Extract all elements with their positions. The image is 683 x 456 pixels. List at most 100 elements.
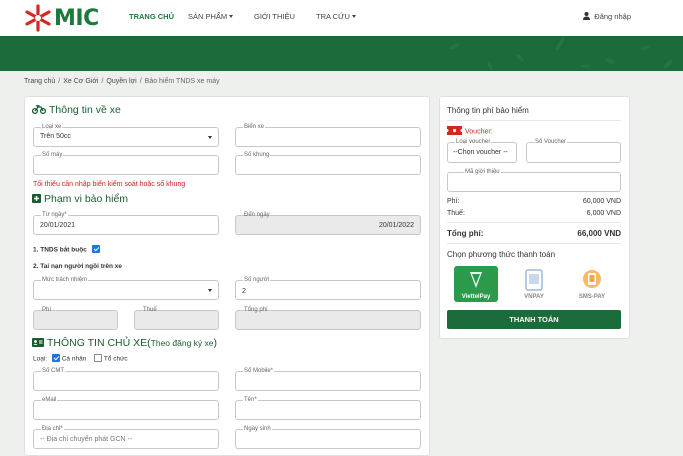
total-amount: 66,000 [577,229,602,238]
breadcrumb-item[interactable]: Trang chủ [24,78,55,85]
chevron-down-icon [208,136,212,139]
field-label: Phí [42,307,52,313]
field-label: Đến ngày [244,212,270,218]
fee-amount: 60,000 [582,198,605,205]
chevron-down-icon [229,14,234,18]
engine-number-input[interactable]: Số máy [33,152,219,175]
organization-label: Tổ chức [103,355,128,363]
field-label: Số Voucher [534,139,568,146]
payment-method-title: Chọn phương thức thanh toán [447,250,556,259]
nav-san-pham[interactable]: SẢN PHẨM [188,0,234,36]
fee-input: Phí [33,307,118,330]
name-input[interactable]: Tên* [235,397,421,420]
total-row-label: Tổng phí: [447,229,484,238]
login-label: Đăng nhập [594,12,631,21]
section-label: THÔNG TIN CHỦ XE( [47,337,151,349]
owner-type-row: Loại: Cá nhân Tổ chức [33,354,128,363]
divider [447,222,621,223]
nav-label: GIỚI THIỆU [254,12,295,21]
id-number-input[interactable]: Số CMT [33,368,219,391]
field-label: eMail [41,397,58,404]
section-label: Thông tin về xe [49,104,121,116]
chevron-down-icon [208,289,212,292]
field-value: 20/01/2022 [378,222,414,229]
mobile-input[interactable]: Số Mobile* [235,368,421,391]
field-placeholder: -- Địa chỉ chuyển phát GCN -- [40,436,133,443]
breadcrumb-current: Bảo hiểm TNDS xe máy [144,78,220,85]
sms-pay-icon [583,270,601,288]
field-value: --Chọn voucher -- [453,149,508,156]
viettelpay-option[interactable]: ViettelPay [454,266,498,302]
breadcrumb-item[interactable]: Quyền lợi [106,78,136,85]
divider [447,243,621,244]
section-sublabel: Theo đăng ký xe [150,338,214,348]
tnds-row: 1. TNDS bắt buộc [33,245,100,254]
field-label: Mã giới thiệu [464,169,501,176]
license-plate-input[interactable]: Biển xe [235,124,421,147]
pay-button[interactable]: THANH TOÁN [447,310,621,329]
breadcrumb-item[interactable]: Xe Cơ Giới [63,78,98,85]
field-value: Trên 50cc [40,133,71,140]
field-label: Biển xe [243,124,266,131]
field-label: Thuế [143,307,157,313]
vehicle-type-select[interactable]: Loại xe Trên 50cc [33,124,219,147]
passenger-count-input[interactable]: Số người 2 [235,277,421,300]
green-banner [0,36,683,71]
from-date-input[interactable]: Từ ngày* 20/01/2021 [33,212,219,235]
payment-label: SMS-PAY [578,294,606,300]
field-label: Từ ngày* [41,212,68,219]
mic-logo[interactable]: MIC [24,3,104,33]
user-icon [583,12,591,21]
nav-tra-cuu[interactable]: TRA CỨU [316,0,356,36]
field-label: Địa chỉ* [41,426,64,433]
currency: VND [604,229,621,238]
top-header: MIC TRANG CHỦ SẢN PHẨM GIỚI THIỆU TRA CỨ… [0,0,683,36]
tax-amount: 6,000 [586,210,605,217]
to-date-input: Đến ngày 20/01/2022 [235,212,421,235]
tax-row-label: Thuế: [447,210,465,217]
nav-label: TRANG CHỦ [129,12,174,21]
referral-code-input[interactable]: Mã giới thiệu [447,169,621,192]
field-label: Loại voucher [455,139,492,146]
logo-star-icon [25,4,51,32]
section-label: Phạm vi bảo hiểm [44,193,129,205]
currency: VND [606,210,621,217]
login-link[interactable]: Đăng nhập [583,0,631,36]
chassis-number-input[interactable]: Số khung [235,152,421,175]
accident-label: 2. Tai nạn người ngồi trên xe [33,263,123,270]
organization-checkbox[interactable] [94,354,103,362]
field-label: Số Mobile* [243,368,275,375]
divider [447,120,621,121]
total-row: Tổng phí: 66,000 VND [447,229,621,238]
birthdate-input[interactable]: Ngày sinh [235,426,421,449]
address-input[interactable]: Địa chỉ* -- Địa chỉ chuyển phát GCN -- [33,426,219,449]
individual-checkbox[interactable] [51,354,60,362]
nav-trang-chu[interactable]: TRANG CHỦ [129,0,174,36]
chevron-down-icon [351,14,356,18]
field-label: Số CMT [41,368,66,375]
tax-input: Thuế [134,307,219,330]
email-input[interactable]: eMail [33,397,219,420]
voucher-type-select[interactable]: Loại voucher --Chọn voucher -- [447,139,517,163]
owner-type-label: Loại: [33,355,48,363]
voucher-number-input[interactable]: Số Voucher [526,139,621,163]
banner-pattern [449,37,673,70]
field-label: Loại xe [41,124,63,131]
liability-level-select[interactable]: Mức trách nhiệm [33,277,219,300]
payment-label: ViettelPay [461,294,491,300]
breadcrumb: Trang chủ / Xe Cơ Giới / Quyền lợi / Bảo hiểm … [24,78,220,85]
vnpay-option[interactable]: VNPAY [512,266,556,302]
id-card-icon [32,337,44,347]
nav-gioi-thieu[interactable]: GIỚI THIỆU [254,0,295,36]
vnpay-icon [525,269,543,291]
scope-section-title: Phạm vi bảo hiểm [32,193,128,205]
tnds-checkbox[interactable] [91,245,100,253]
logo-text: MIC [54,6,99,31]
viettelpay-icon [470,272,482,288]
owner-section-title: THÔNG TIN CHỦ XE(Theo đăng ký xe) [32,337,217,349]
field-value: 20/01/2021 [40,222,76,229]
tnds-label: 1. TNDS bắt buộc [33,246,87,254]
plus-square-icon [32,193,41,203]
field-label: Tổng phí [244,307,268,313]
smspay-option[interactable]: SMS-PAY [570,266,614,302]
